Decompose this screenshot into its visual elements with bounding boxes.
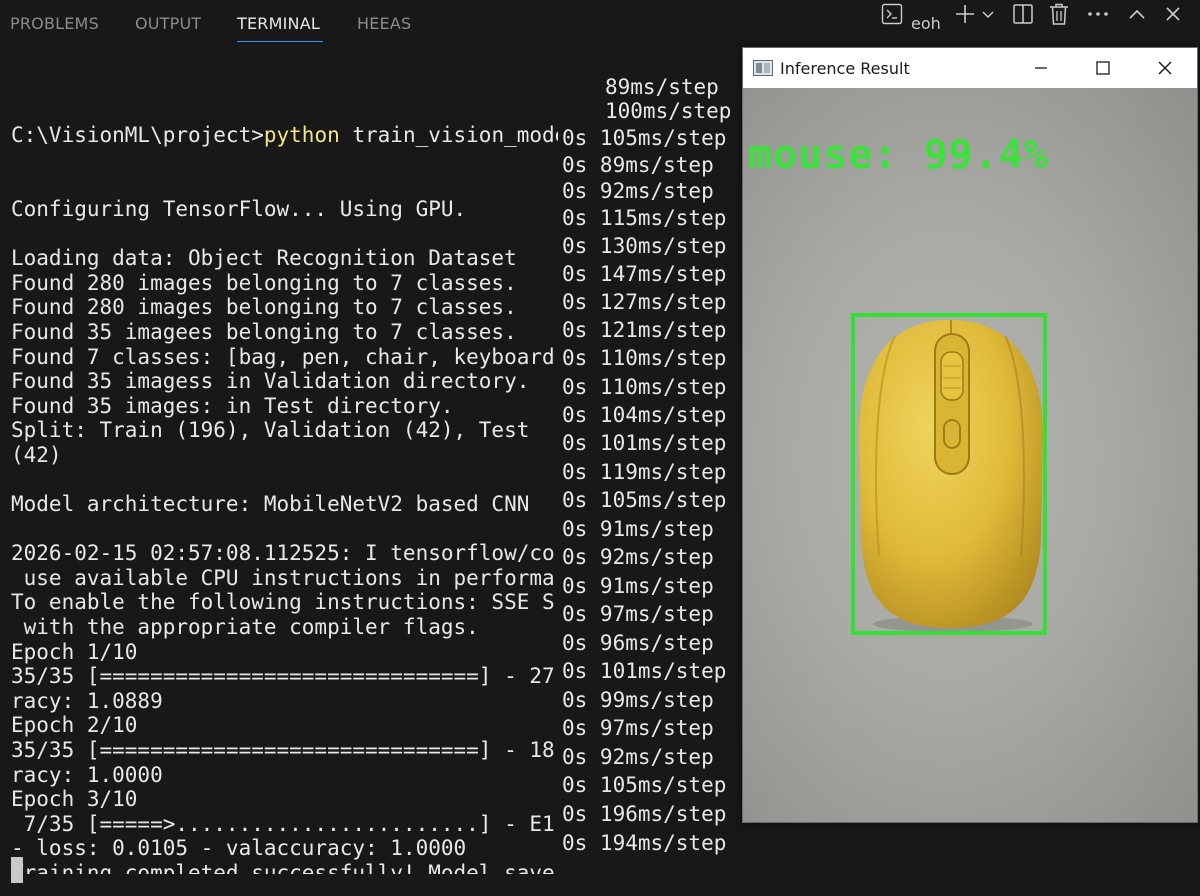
close-window-button[interactable] (1134, 48, 1196, 88)
step-time-entry: 0s 92ms/step (558, 743, 746, 771)
step-time-entry: 0s 127ms/step (558, 288, 746, 316)
window-title-bar[interactable]: Inference Result (743, 48, 1197, 88)
step-time-entry: 0s 92ms/step (558, 177, 746, 205)
terminal-cursor (11, 857, 23, 883)
prediction-label: mouse: 99.4% (748, 132, 1049, 178)
detection-bounding-box (851, 313, 1047, 635)
terminal-shell-icon[interactable] (879, 0, 905, 28)
step-time-entry: 0s 105ms/step (558, 486, 746, 514)
tab-heeas[interactable]: HEEAS (357, 14, 411, 33)
split-terminal-icon[interactable] (1011, 0, 1035, 28)
inference-result-window[interactable]: Inference Result mouse: 99.4% (742, 47, 1198, 823)
terminal-line: Training completed successfully! Model s… (11, 861, 555, 874)
more-actions-icon[interactable] (1086, 0, 1110, 28)
step-time-entry: 0s 89ms/step (558, 151, 746, 179)
chevron-down-icon[interactable] (980, 0, 996, 28)
trash-icon[interactable] (1047, 0, 1071, 28)
step-time-entry: 0s 105ms/step (558, 124, 746, 152)
step-time-entry: 0s 110ms/step (558, 344, 746, 372)
maximize-panel-chevron-up-icon[interactable] (1126, 0, 1148, 28)
step-time-entry: 0s 115ms/step (558, 204, 746, 232)
step-time-entry: 100ms/step (605, 99, 732, 123)
maximize-button[interactable] (1072, 48, 1134, 88)
terminal-prompt: C:\VisionML\project> (11, 123, 264, 148)
step-time-entry: 0s 96ms/step (558, 629, 746, 657)
step-time-entry: 0s 119ms/step (558, 458, 746, 486)
step-time-entry: 0s 91ms/step (558, 515, 746, 543)
vscode-terminal-panel: PROBLEMS OUTPUT TERMINAL HEEAS eoh C:\Vi… (0, 0, 1200, 896)
step-time-entry: 0s 121ms/step (558, 316, 746, 344)
new-terminal-plus-icon[interactable] (953, 0, 977, 28)
step-time-entry: 0s 91ms/step (558, 572, 746, 600)
step-time-entry: 0s 130ms/step (558, 232, 746, 260)
step-time-entry: 0s 110ms/step (558, 373, 746, 401)
window-title: Inference Result (780, 59, 910, 78)
step-time-entry: 0s 92ms/step (558, 543, 746, 571)
panel-tab-bar: PROBLEMS OUTPUT TERMINAL HEEAS eoh (0, 0, 1200, 48)
step-time-entry: 0s 101ms/step (558, 429, 746, 457)
step-time-entry: 0s 97ms/step (558, 600, 746, 628)
step-time-entry: 0s 194ms/step (558, 829, 746, 857)
terminal-instance-name[interactable]: eoh (911, 14, 941, 33)
inference-image: mouse: 99.4% (743, 88, 1197, 822)
minimize-button[interactable] (1010, 48, 1072, 88)
step-time-entry: 0s 104ms/step (558, 401, 746, 429)
step-time-entry: 0s 99ms/step (558, 686, 746, 714)
tab-problems[interactable]: PROBLEMS (10, 14, 99, 33)
step-time-entry: 0s 97ms/step (558, 714, 746, 742)
step-time-entry: 0s 105ms/step (558, 771, 746, 799)
close-panel-icon[interactable] (1162, 0, 1184, 28)
active-tab-indicator (237, 41, 323, 42)
tab-output[interactable]: OUTPUT (135, 14, 201, 33)
window-app-icon (753, 60, 773, 80)
command-python: python (263, 123, 340, 148)
tab-terminal[interactable]: TERMINAL (237, 14, 320, 33)
step-time-entry: 0s 147ms/step (558, 260, 746, 288)
step-time-entry: 0s 196ms/step (558, 800, 746, 828)
step-time-entry: 0s 101ms/step (558, 657, 746, 685)
